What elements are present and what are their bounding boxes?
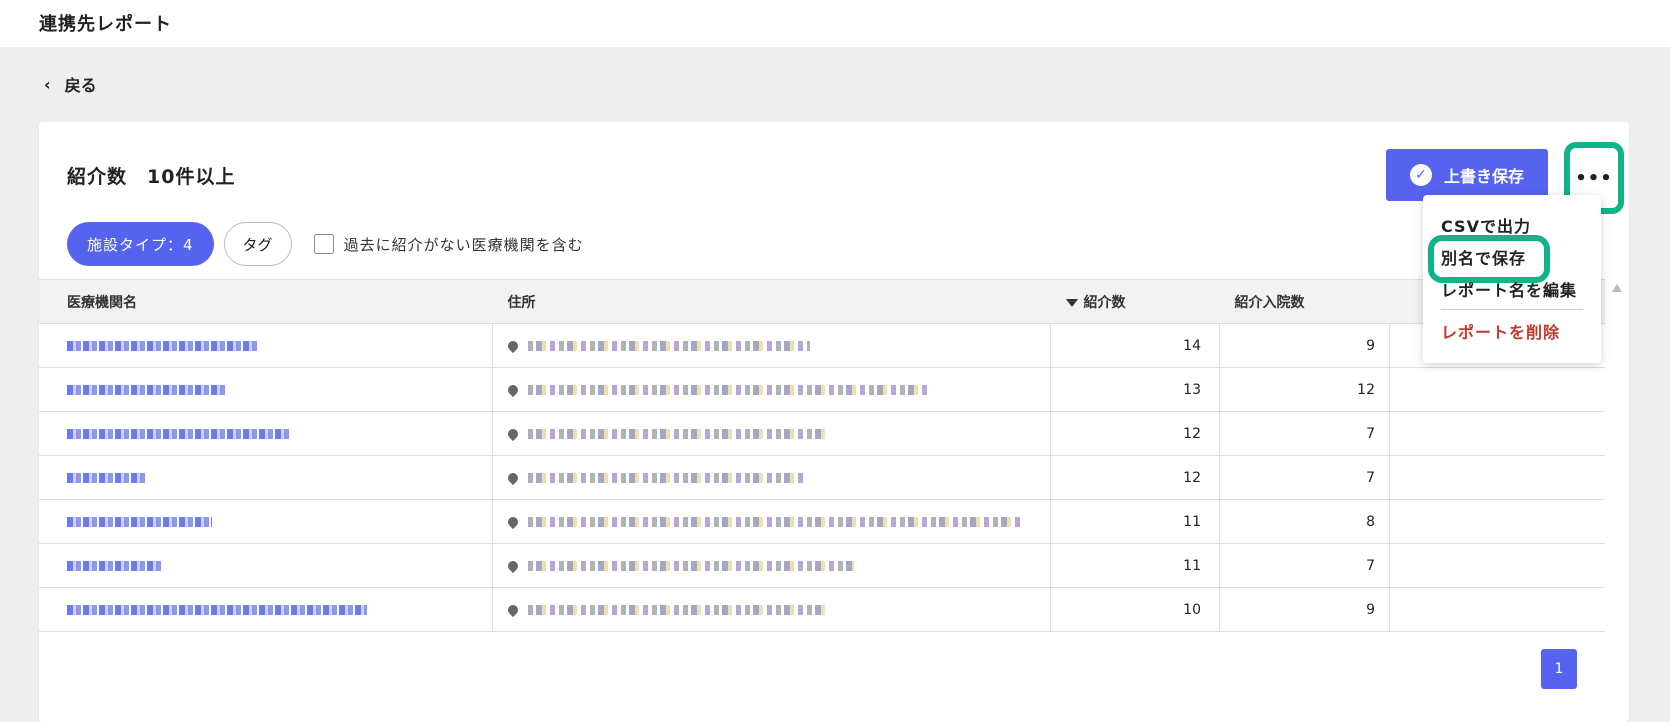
location-pin-icon (505, 514, 521, 529)
table-row[interactable]: 12 7 (39, 411, 1605, 456)
column-header-admissions[interactable]: 紹介入院数 (1219, 279, 1390, 324)
pagination-page-1[interactable]: 1 (1541, 649, 1577, 689)
facility-type-filter-chip[interactable]: 施設タイプ：4 (67, 222, 214, 266)
redacted-facility-name[interactable] (67, 384, 225, 395)
referrals-cell: 11 (1050, 499, 1220, 544)
redacted-facility-name[interactable] (67, 340, 257, 351)
save-label: 上書き保存 (1443, 167, 1524, 186)
menu-item-export-csv[interactable]: CSVで出力 (1441, 213, 1531, 237)
address-cell (492, 411, 1051, 456)
report-title: 紹介数 10件以上 (67, 166, 236, 188)
facility-name-cell[interactable] (39, 543, 493, 588)
table-header-row: 医療機関名 住所 紹介数 紹介入院数 (39, 279, 1605, 324)
extra-cell (1389, 455, 1605, 500)
scroll-up-arrow-icon[interactable] (1612, 284, 1622, 292)
admissions-cell: 9 (1219, 587, 1390, 632)
referrals-cell: 13 (1050, 367, 1220, 412)
table-row[interactable]: 13 12 (39, 367, 1605, 412)
page-title: 連携先レポート (39, 14, 172, 35)
address-cell (492, 499, 1051, 544)
referrals-cell: 12 (1050, 455, 1220, 500)
extra-cell (1389, 411, 1605, 456)
address-cell (492, 543, 1051, 588)
extra-cell (1389, 499, 1605, 544)
table-row[interactable]: 14 9 (39, 323, 1605, 368)
include-past-checkbox-wrapper[interactable]: 過去に紹介がない医療機関を含む (313, 234, 584, 255)
redacted-address (528, 472, 804, 483)
admissions-cell: 7 (1219, 543, 1390, 588)
check-circle-icon: ✓ (1409, 164, 1432, 186)
redacted-address (528, 604, 826, 615)
admissions-cell: 8 (1219, 499, 1390, 544)
location-pin-icon (505, 558, 521, 573)
admissions-cell: 7 (1219, 411, 1390, 456)
location-pin-icon (505, 470, 521, 485)
address-cell (492, 323, 1051, 368)
back-label: 戻る (64, 76, 97, 95)
redacted-address (528, 516, 1020, 527)
menu-item-save-as[interactable]: 別名で保存 (1441, 245, 1526, 269)
chevron-left-icon: ‹ (44, 74, 51, 94)
referrals-cell: 14 (1050, 323, 1220, 368)
filter-icon (1065, 298, 1078, 307)
column-header-referrals[interactable]: 紹介数 (1050, 279, 1220, 324)
address-cell (492, 367, 1051, 412)
more-horizontal-icon: ••• (1575, 167, 1613, 189)
location-pin-icon (505, 338, 521, 353)
include-past-label: 過去に紹介がない医療機関を含む (343, 235, 584, 254)
referrals-cell: 11 (1050, 543, 1220, 588)
redacted-facility-name[interactable] (67, 560, 161, 571)
redacted-address (528, 384, 928, 395)
report-card: 紹介数 10件以上 ✓ 上書き保存 ••• 施設タイプ：4 タグ 過去に紹介がな… (39, 122, 1629, 722)
redacted-facility-name[interactable] (67, 472, 145, 483)
address-cell (492, 587, 1051, 632)
table-row[interactable]: 12 7 (39, 455, 1605, 500)
redacted-address (528, 560, 854, 571)
menu-divider (1441, 309, 1583, 310)
extra-cell (1389, 367, 1605, 412)
extra-cell (1389, 543, 1605, 588)
menu-item-rename-report[interactable]: レポート名を編集 (1441, 277, 1577, 301)
admissions-cell: 7 (1219, 455, 1390, 500)
admissions-cell: 9 (1219, 323, 1390, 368)
location-pin-icon (505, 382, 521, 397)
facility-name-cell[interactable] (39, 499, 493, 544)
referrals-header-label: 紹介数 (1083, 294, 1126, 311)
redacted-address (528, 428, 826, 439)
redacted-facility-name[interactable] (67, 428, 289, 439)
top-bar: 連携先レポート (0, 0, 1670, 47)
menu-item-delete-report[interactable]: レポートを削除 (1441, 319, 1560, 343)
facility-name-cell[interactable] (39, 367, 493, 412)
overwrite-save-button[interactable]: ✓ 上書き保存 (1386, 149, 1548, 201)
location-pin-icon (505, 602, 521, 617)
table-row[interactable]: 11 8 (39, 499, 1605, 544)
facility-name-cell[interactable] (39, 411, 493, 456)
tag-filter-chip[interactable]: タグ (223, 222, 292, 266)
redacted-facility-name[interactable] (67, 516, 212, 527)
table-row[interactable]: 11 7 (39, 543, 1605, 588)
referral-table: 医療機関名 住所 紹介数 紹介入院数 14 9 13 12 12 7 12 7 … (39, 279, 1605, 632)
redacted-facility-name[interactable] (67, 604, 367, 615)
include-past-checkbox[interactable] (313, 234, 334, 254)
location-pin-icon (505, 426, 521, 441)
facility-name-cell[interactable] (39, 587, 493, 632)
back-link[interactable]: ‹ 戻る (44, 72, 97, 96)
column-header-address[interactable]: 住所 (492, 279, 1051, 324)
redacted-address (528, 340, 810, 351)
column-header-name[interactable]: 医療機関名 (39, 279, 493, 324)
referrals-cell: 12 (1050, 411, 1220, 456)
more-options-menu: CSVで出力 別名で保存 レポート名を編集 レポートを削除 (1423, 195, 1601, 363)
extra-cell (1389, 587, 1605, 632)
address-cell (492, 455, 1051, 500)
filter-bar: 施設タイプ：4 タグ 過去に紹介がない医療機関を含む (67, 222, 584, 266)
referrals-cell: 10 (1050, 587, 1220, 632)
admissions-cell: 12 (1219, 367, 1390, 412)
table-row[interactable]: 10 9 (39, 587, 1605, 632)
facility-name-cell[interactable] (39, 455, 493, 500)
facility-name-cell[interactable] (39, 323, 493, 368)
